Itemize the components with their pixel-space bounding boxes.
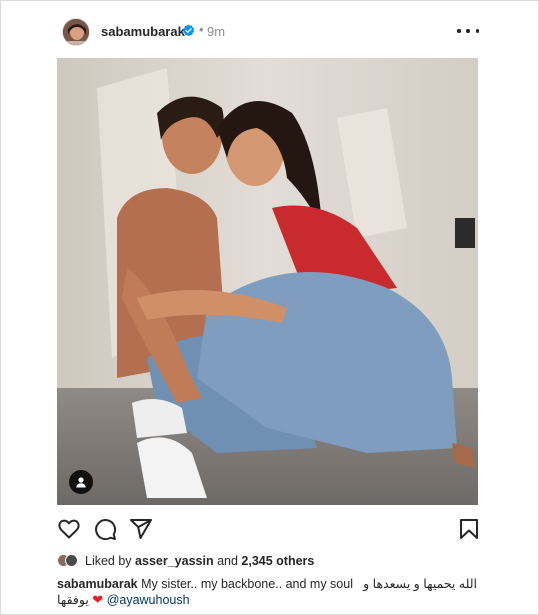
liker-avatars [57, 554, 79, 568]
caption-arabic-line-2: يوفقها [57, 593, 89, 607]
post-actions [57, 517, 481, 543]
post-header: sabamubarak • 9m [1, 1, 538, 59]
instagram-post: sabamubarak • 9m Liked by asser_yassin a… [0, 0, 539, 615]
post-timestamp[interactable]: 9m [207, 24, 225, 39]
likes-summary: Liked by asser_yassin and 2,345 others [57, 553, 314, 569]
comment-icon[interactable] [93, 517, 117, 541]
time-separator: • [199, 22, 204, 37]
liked-by-user[interactable]: asser_yassin [135, 554, 214, 568]
heart-icon[interactable] [57, 517, 81, 541]
caption-text: My sister.. my backbone.. and my soul [141, 577, 353, 591]
verified-badge-icon [182, 24, 195, 37]
more-options-icon[interactable] [457, 21, 479, 41]
caption-heart-emoji: ❤ [92, 592, 104, 607]
post-caption: sabamubarak My sister.. my backbone.. an… [57, 576, 477, 608]
liked-by-middle: and [217, 554, 238, 568]
bookmark-icon[interactable] [457, 517, 481, 541]
caption-mention[interactable]: @ayawuhoush [107, 593, 190, 607]
profile-avatar[interactable] [62, 18, 90, 46]
post-photo[interactable] [57, 58, 478, 505]
share-icon[interactable] [129, 517, 153, 541]
user-tag-icon[interactable] [69, 470, 93, 494]
liked-by-others[interactable]: 2,345 others [241, 554, 314, 568]
post-username[interactable]: sabamubarak [101, 24, 185, 39]
liked-by-prefix: Liked by [85, 554, 132, 568]
caption-username[interactable]: sabamubarak [57, 577, 138, 591]
caption-arabic-line-1: الله يحميها و يسعدها و [363, 577, 477, 591]
